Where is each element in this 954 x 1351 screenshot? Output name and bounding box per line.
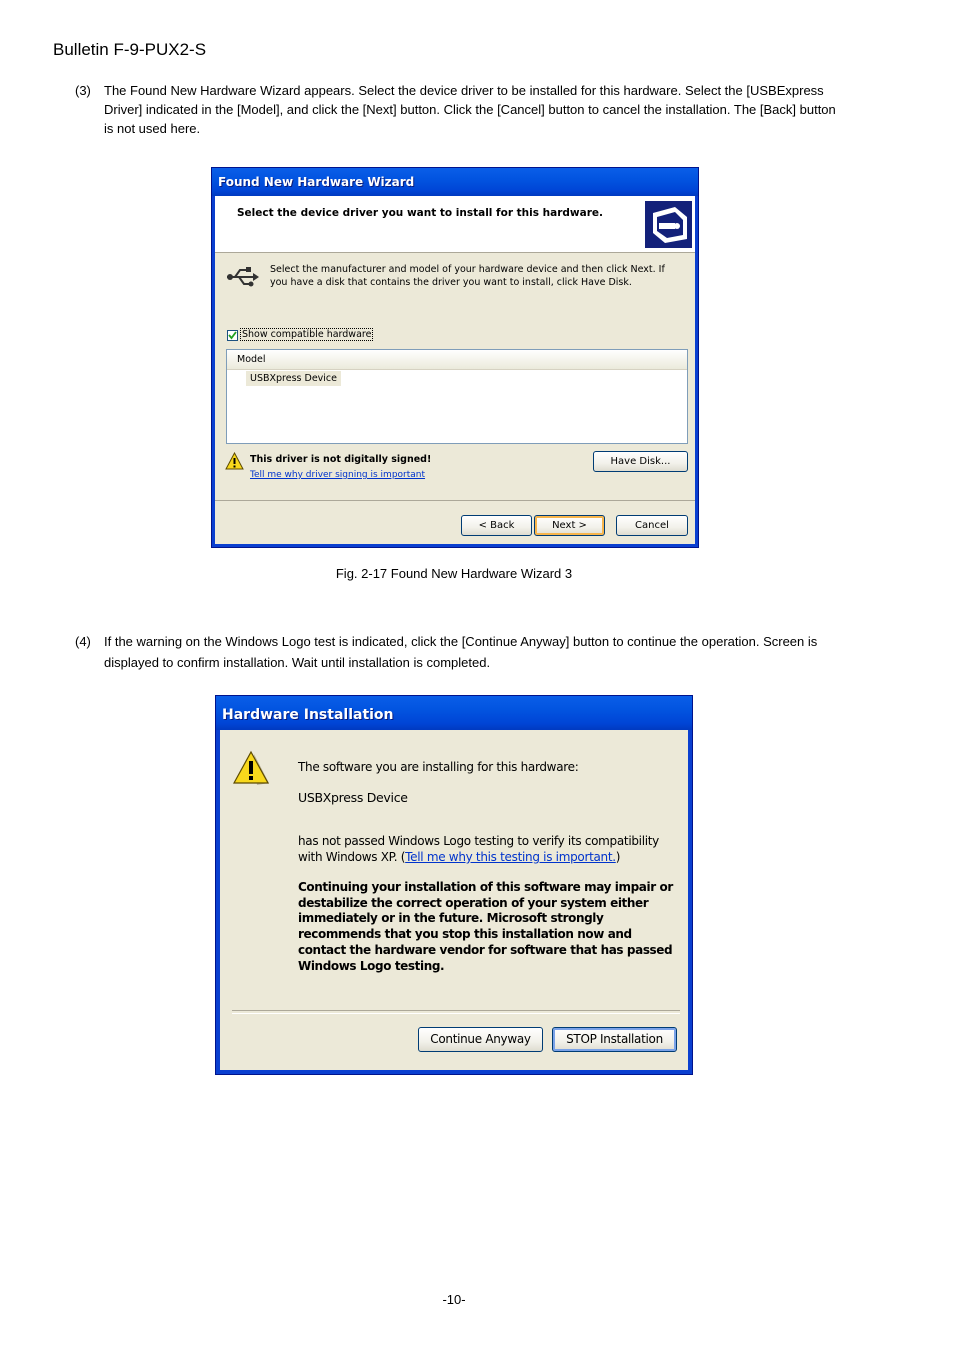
hardware-installation-dialog: Hardware Installation The software you a… [215,695,693,1075]
hardware-install-icon [645,201,692,248]
have-disk-button[interactable]: Have Disk... [593,451,688,472]
page-number: -10- [442,1292,466,1307]
stop-installation-button[interactable]: STOP Installation [552,1027,677,1052]
wizard-heading: Select the device driver you want to ins… [237,207,603,219]
step-4-number: (4) [75,634,91,649]
figure-caption: Fig. 2-17 Found New Hardware Wizard 3 [335,566,573,581]
wizard-description: Select the manufacturer and model of you… [270,264,665,288]
step-4: (4) If the warning on the Windows Logo t… [75,631,875,675]
hwinstall-body: The software you are installing for this… [220,730,688,1070]
hwinstall-line2a: has not passed Windows Logo testing to v… [298,834,659,848]
model-list-item-usbxpress[interactable]: USBXpress Device [246,371,341,386]
hwinstall-line1: The software you are installing for this… [298,760,579,774]
model-column-header[interactable]: Model [227,350,687,370]
wizard-body: Select the device driver you want to ins… [215,196,695,544]
hwinstall-titlebar[interactable]: Hardware Installation [216,696,692,730]
hwinstall-line2b-pre: with Windows XP. ( [298,850,406,864]
show-compatible-label[interactable]: Show compatible hardware [239,328,374,341]
hwinstall-separator [232,1010,680,1014]
bulletin-title: Bulletin F-9-PUX2-S [53,40,207,59]
warning-icon [232,750,271,788]
unsigned-driver-warning: This driver is not digitally signed! [250,454,432,465]
hwinstall-line2b: with Windows XP. (Tell me why this testi… [298,850,620,864]
wizard-header: Select the device driver you want to ins… [215,196,695,253]
show-compatible-checkbox[interactable] [227,330,238,341]
next-button[interactable]: Next > [534,515,605,536]
hwinstall-warning-bold: Continuing your installation of this sof… [298,880,673,973]
continue-anyway-button[interactable]: Continue Anyway [418,1027,543,1052]
warning-icon [225,451,244,470]
step-3-number: (3) [75,83,91,98]
model-list[interactable]: Model USBXpress Device [226,349,688,444]
hwinstall-device: USBXpress Device [298,790,408,805]
found-new-hardware-wizard: Found New Hardware Wizard Select the dev… [211,167,699,548]
wizard-separator [215,500,695,501]
hwinstall-line2b-post: ) [615,850,621,864]
driver-signing-link[interactable]: Tell me why driver signing is important [250,470,425,480]
step-3: (3) The Found New Hardware Wizard appear… [75,81,875,141]
usb-icon [225,266,259,288]
back-button[interactable]: < Back [461,515,532,536]
step-4-text: If the warning on the Windows Logo test … [104,634,818,670]
step-3-text: The Found New Hardware Wizard appears. S… [104,83,836,136]
wizard-titlebar[interactable]: Found New Hardware Wizard [212,168,698,196]
logo-testing-link[interactable]: Tell me why this testing is important. [405,850,616,864]
cancel-button[interactable]: Cancel [616,515,688,536]
